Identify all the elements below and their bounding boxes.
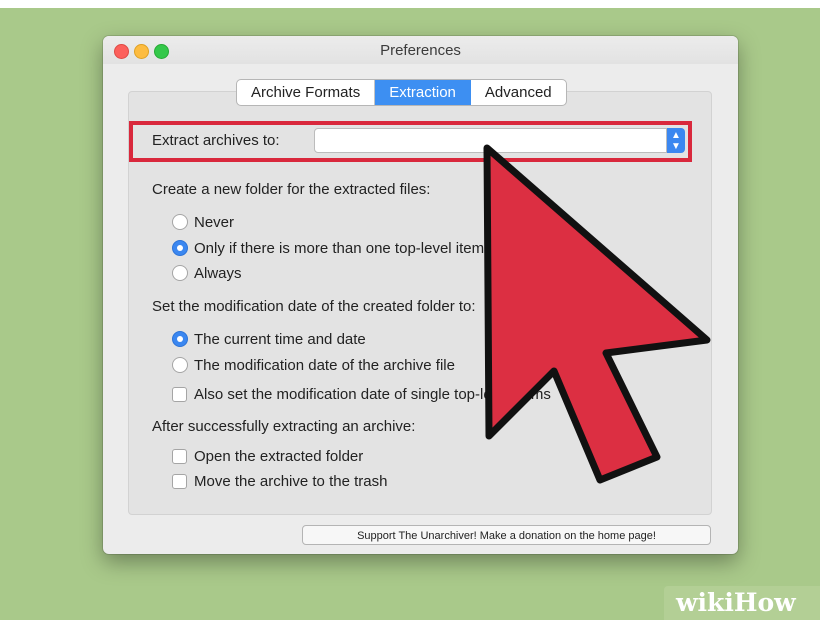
- tab-bar: Archive Formats Extraction Advanced: [236, 79, 567, 106]
- support-donation-button[interactable]: Support The Unarchiver! Make a donation …: [302, 525, 711, 545]
- tab-advanced[interactable]: Advanced: [471, 80, 566, 105]
- checkbox-label: Move the archive to the trash: [194, 473, 388, 490]
- folder-section-heading: Create a new folder for the extracted fi…: [152, 181, 431, 198]
- date-section-heading: Set the modification date of the created…: [152, 298, 476, 315]
- highlight-box: [129, 121, 692, 162]
- tab-extraction[interactable]: Extraction: [375, 80, 471, 105]
- radio-button-icon: [172, 265, 188, 281]
- radio-label: Never: [194, 214, 235, 231]
- radio-button-selected-icon: [172, 331, 188, 347]
- after-section-heading: After successfully extracting an archive…: [152, 418, 416, 435]
- radio-button-icon: [172, 214, 188, 230]
- radio-current-time[interactable]: The current time and date: [172, 331, 366, 348]
- tab-archive-formats[interactable]: Archive Formats: [237, 80, 376, 105]
- radio-archive-date[interactable]: The modification date of the archive fil…: [172, 357, 455, 374]
- radio-always[interactable]: Always: [172, 265, 242, 282]
- radio-button-selected-icon: [172, 240, 188, 256]
- radio-only-if-multiple[interactable]: Only if there is more than one top-level…: [172, 240, 484, 257]
- radio-button-icon: [172, 357, 188, 373]
- radio-label: The current time and date: [194, 331, 366, 348]
- radio-never[interactable]: Never: [172, 214, 234, 231]
- checkbox-icon: [172, 474, 187, 489]
- title-bar: Preferences: [103, 36, 738, 64]
- checkbox-icon: [172, 449, 187, 464]
- radio-label: Only if there is more than one top-level…: [194, 240, 485, 257]
- wikihow-logo: wikiHow: [664, 586, 820, 620]
- checkbox-open-folder[interactable]: Open the extracted folder: [172, 448, 363, 465]
- radio-label: Always: [194, 265, 242, 282]
- checkbox-label: Open the extracted folder: [194, 448, 364, 465]
- checkbox-icon: [172, 387, 187, 402]
- radio-label: The modification date of the archive fil…: [194, 357, 455, 374]
- checkbox-label: Also set the modification date of single…: [194, 386, 551, 403]
- window-title: Preferences: [380, 42, 461, 59]
- checkbox-move-to-trash[interactable]: Move the archive to the trash: [172, 473, 387, 490]
- checkbox-single-items-date[interactable]: Also set the modification date of single…: [172, 386, 551, 403]
